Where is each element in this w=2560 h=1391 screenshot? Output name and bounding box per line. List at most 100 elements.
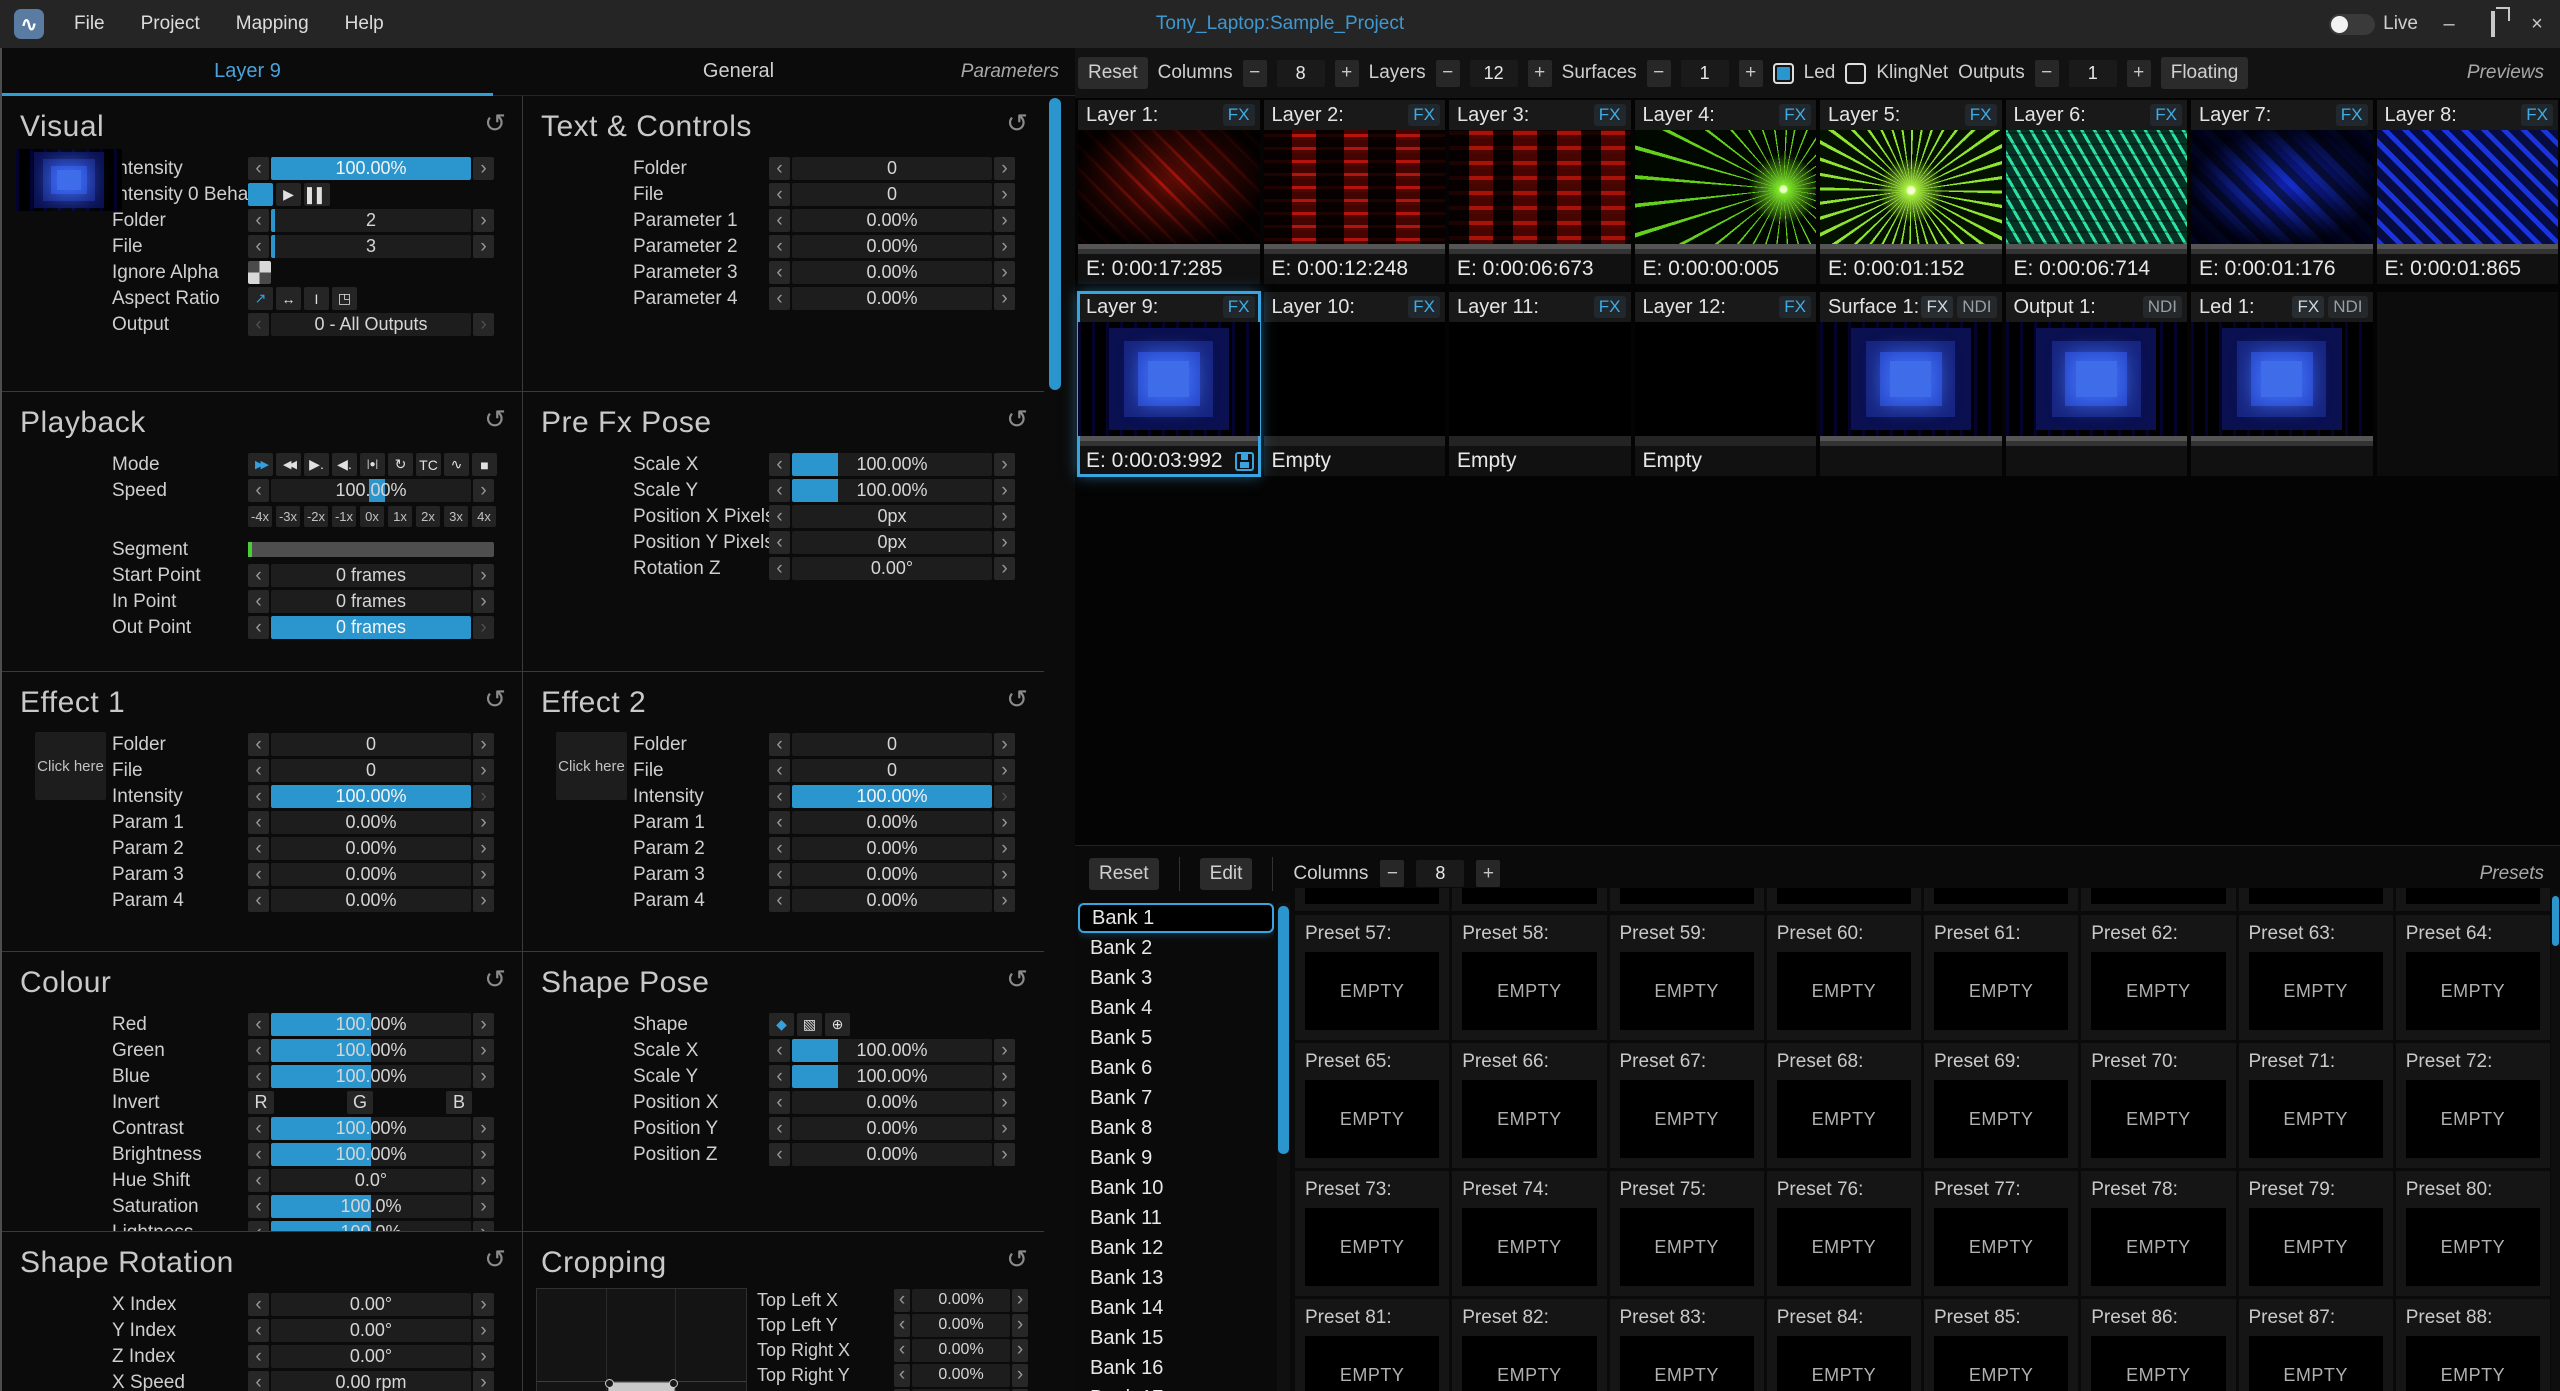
intensity0-black-button[interactable] <box>248 183 273 206</box>
step-up-icon[interactable]: › <box>994 157 1015 180</box>
preset-thumbnail[interactable]: EMPTY <box>2249 952 2383 1030</box>
step-up-icon[interactable]: › <box>473 235 494 258</box>
grid-cell[interactable]: Layer 3: FX E: 0:00:06:673 <box>1449 100 1631 284</box>
step-down-icon[interactable]: ‹ <box>248 479 269 502</box>
step-down-icon[interactable]: ‹ <box>248 1221 269 1232</box>
shape-cube-icon[interactable]: ▧ <box>797 1013 822 1036</box>
effect2-param1-slider[interactable]: 0.00% <box>792 811 992 834</box>
step-up-icon[interactable]: › <box>1012 1364 1028 1387</box>
contrast-slider[interactable]: 100.00% <box>271 1117 471 1140</box>
preset-cell[interactable]: Preset 77: EMPTY <box>1924 1171 2078 1296</box>
step-up-icon[interactable]: › <box>473 837 494 860</box>
step-down-icon[interactable]: ‹ <box>248 1143 269 1166</box>
preset-thumbnail[interactable]: EMPTY <box>1620 1208 1754 1286</box>
layer-preview[interactable] <box>2191 130 2373 244</box>
preset-cell[interactable]: Preset 70: EMPTY <box>2081 1043 2235 1168</box>
effect1-file-stepper[interactable]: 0 <box>271 759 471 782</box>
reset-icon[interactable]: ↺ <box>1006 1244 1028 1275</box>
blue-slider[interactable]: 100.00% <box>271 1065 471 1088</box>
preset-columns-value[interactable]: 8 <box>1416 860 1464 887</box>
scrollbar-thumb[interactable] <box>1049 98 1061 390</box>
grid-cell[interactable]: Layer 8: FX E: 0:00:01:865 <box>2377 100 2559 284</box>
preset-thumbnail[interactable]: EMPTY <box>1462 1080 1596 1158</box>
preset-cell[interactable]: Preset 84: EMPTY <box>1767 1299 1921 1391</box>
invert-blue-button[interactable]: B <box>446 1091 472 1114</box>
step-down-icon[interactable]: ‹ <box>248 1039 269 1062</box>
step-down-icon[interactable]: ‹ <box>769 1039 790 1062</box>
aspect-stretch-icon[interactable]: ↗ <box>248 287 273 310</box>
aspect-free-icon[interactable]: ◳ <box>332 287 357 310</box>
bank-item[interactable]: Bank 8 <box>1078 1113 1274 1143</box>
step-down-icon[interactable]: ‹ <box>769 479 790 502</box>
preset-thumbnail[interactable]: EMPTY <box>1934 1080 2068 1158</box>
columns-increment-button[interactable]: + <box>1335 60 1359 87</box>
grid-cell[interactable]: Layer 10: FX Empty <box>1264 292 1446 476</box>
preset-cell[interactable]: Preset 59: EMPTY <box>1610 915 1764 1040</box>
bank-scrollbar[interactable] <box>1277 903 1290 1391</box>
columns-decrement-button[interactable]: − <box>1243 60 1267 87</box>
scrollbar-thumb[interactable] <box>1278 906 1289 1154</box>
ndi-badge[interactable]: NDI <box>2328 296 2367 318</box>
step-down-icon[interactable]: ‹ <box>894 1364 910 1387</box>
step-up-icon[interactable]: › <box>473 1143 494 1166</box>
hue-shift-stepper[interactable]: 0.0° <box>271 1169 471 1192</box>
preset-cell[interactable]: Preset 74: EMPTY <box>1452 1171 1606 1296</box>
bank-item[interactable]: Bank 12 <box>1078 1233 1274 1263</box>
grid-cell[interactable]: Surface 1: FX NDI <box>1820 292 2002 476</box>
preset-cell[interactable]: Preset 67: EMPTY <box>1610 1043 1764 1168</box>
grid-cell[interactable]: Layer 12: FX Empty <box>1635 292 1817 476</box>
layer-preview[interactable] <box>1078 322 1260 436</box>
preset-thumbnail[interactable]: EMPTY <box>1305 1208 1439 1286</box>
crop-top-left-x-stepper[interactable]: 0.00% <box>912 1289 1010 1312</box>
mode-forward-icon[interactable]: ▶▶ <box>248 453 273 476</box>
grid-cell[interactable]: Layer 4: FX E: 0:00:00:005 <box>1635 100 1817 284</box>
effect2-intensity-slider[interactable]: 100.00% <box>792 785 992 808</box>
step-up-icon[interactable]: › <box>473 1013 494 1036</box>
step-down-icon[interactable]: ‹ <box>769 837 790 860</box>
step-up-icon[interactable]: › <box>994 287 1015 310</box>
effect1-param2-slider[interactable]: 0.00% <box>271 837 471 860</box>
fx-badge[interactable]: FX <box>1921 296 1953 318</box>
step-up-icon[interactable]: › <box>994 863 1015 886</box>
step-up-icon[interactable]: › <box>473 889 494 912</box>
outputs-value[interactable]: 1 <box>2069 60 2117 87</box>
layer-preview[interactable] <box>1264 322 1446 436</box>
tc-param4-slider[interactable]: 0.00% <box>792 287 992 310</box>
floating-button[interactable]: Floating <box>2161 57 2249 89</box>
preset-cell[interactable]: Preset 79: EMPTY <box>2239 1171 2393 1296</box>
step-up-icon[interactable]: › <box>994 811 1015 834</box>
step-up-icon[interactable]: › <box>1012 1339 1028 1362</box>
lightness-slider[interactable]: 100.0% <box>271 1221 471 1232</box>
step-down-icon[interactable]: ‹ <box>769 1091 790 1114</box>
speed-preset-button[interactable]: -1x <box>332 506 356 527</box>
step-down-icon[interactable]: ‹ <box>248 1293 269 1316</box>
preset-cell[interactable]: Preset 78: EMPTY <box>2081 1171 2235 1296</box>
klingnet-checkbox[interactable] <box>1845 63 1866 84</box>
prefx-scale-y-slider[interactable]: 100.00% <box>792 479 992 502</box>
step-down-icon[interactable]: ‹ <box>769 209 790 232</box>
grid-cell[interactable]: Layer 11: FX Empty <box>1449 292 1631 476</box>
fx-badge[interactable]: FX <box>1594 296 1626 318</box>
shape-pos-y-stepper[interactable]: 0.00% <box>792 1117 992 1140</box>
step-up-icon[interactable]: › <box>473 1293 494 1316</box>
preset-cell[interactable]: Preset 62: EMPTY <box>2081 915 2235 1040</box>
grid-cell[interactable]: Layer 1: FX E: 0:00:17:285 <box>1078 100 1260 284</box>
step-down-icon[interactable]: ‹ <box>769 557 790 580</box>
preset-thumbnail[interactable]: EMPTY <box>2249 1208 2383 1286</box>
mode-bounce-icon[interactable]: |●| <box>360 453 385 476</box>
parameters-scrollbar[interactable] <box>1048 97 1062 1391</box>
step-up-icon[interactable]: › <box>994 209 1015 232</box>
step-down-icon[interactable]: ‹ <box>248 1169 269 1192</box>
folder-stepper[interactable]: 2 <box>271 209 471 232</box>
layer-preview[interactable] <box>1078 130 1260 244</box>
preset-thumbnail[interactable]: EMPTY <box>1620 1336 1754 1391</box>
segment-progress-bar[interactable] <box>248 542 494 557</box>
in-point-stepper[interactable]: 0 frames <box>271 590 471 613</box>
brightness-slider[interactable]: 100.00% <box>271 1143 471 1166</box>
outputs-increment-button[interactable]: + <box>2127 60 2151 87</box>
preset-cell[interactable]: Preset 64: EMPTY <box>2396 915 2550 1040</box>
preset-thumbnail[interactable]: EMPTY <box>1462 1336 1596 1391</box>
step-down-icon[interactable]: ‹ <box>248 616 269 639</box>
restore-button[interactable] <box>2480 13 2506 36</box>
bank-item[interactable]: Bank 1 <box>1078 903 1274 933</box>
